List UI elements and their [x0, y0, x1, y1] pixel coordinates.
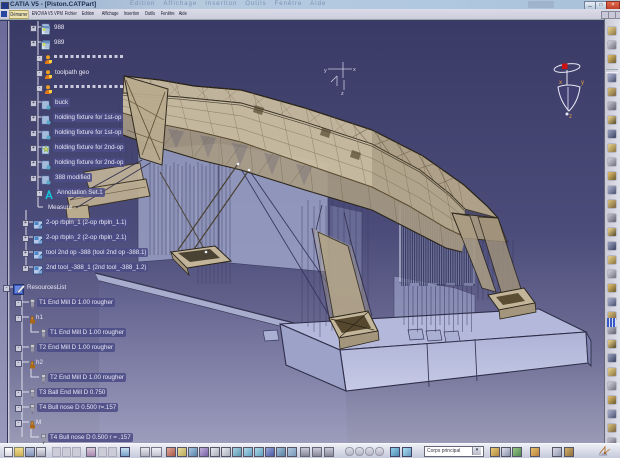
svg-text:z: z — [569, 114, 572, 120]
svg-text:x: x — [353, 67, 356, 73]
svg-text:z: z — [341, 91, 344, 97]
svg-text:y: y — [581, 80, 584, 86]
svg-text:y: y — [324, 68, 327, 74]
svg-text:Catia: Catia — [599, 453, 607, 457]
svg-text:x: x — [559, 80, 562, 86]
